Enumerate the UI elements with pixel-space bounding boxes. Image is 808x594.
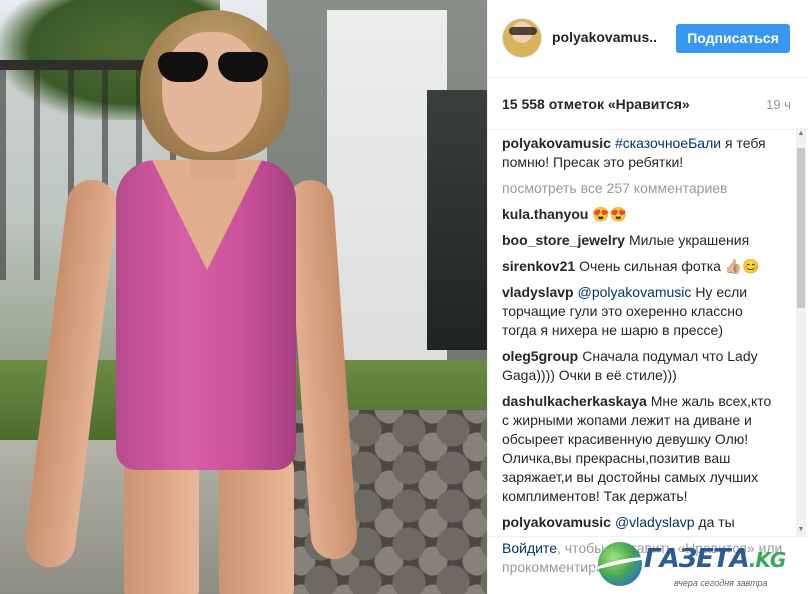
scrollbar-thumb[interactable] <box>797 148 805 308</box>
globe-logo-icon <box>591 542 649 586</box>
comment-mention[interactable]: @polyakovamusic <box>578 284 692 300</box>
comment: boo_store_jewelry Милые украшения <box>502 231 781 250</box>
comment-mention[interactable]: @vladyslavp <box>615 514 695 530</box>
scroll-down-arrow-icon[interactable]: ▼ <box>796 524 806 536</box>
username-link[interactable]: polyakovamus.. <box>552 29 657 45</box>
follow-button[interactable]: Подписаться <box>676 24 790 53</box>
comment-username[interactable]: dashulkacherkaskaya <box>502 393 647 409</box>
comment-username[interactable]: kula.thanyou <box>502 206 588 222</box>
avatar[interactable] <box>502 18 542 58</box>
comments-scrollbar[interactable]: ▲ ▼ <box>796 128 806 536</box>
comment-username[interactable]: boo_store_jewelry <box>502 232 625 248</box>
comment-username[interactable]: vladyslavp <box>502 284 574 300</box>
comment-hashtag[interactable]: #сказочноеБали <box>615 135 721 151</box>
post-time[interactable]: 19 ч <box>766 97 791 112</box>
comment: sirenkov21 Очень сильная фотка 👍🏼😊 <box>502 257 781 276</box>
comment-text: 😍😍 <box>592 206 628 222</box>
photo-house-window <box>427 90 487 350</box>
comment-text: Мне жаль всех,кто с жирными жопами лежит… <box>502 393 772 504</box>
comment-text: Очень сильная фотка 👍🏼😊 <box>579 258 760 274</box>
watermark-tagline: вчера сегодня завтра <box>674 578 768 588</box>
comment-username[interactable]: sirenkov21 <box>502 258 575 274</box>
site-watermark: ГАЗЕТА.KG вчера сегодня завтра <box>591 540 808 594</box>
comment-username[interactable]: polyakovamusic <box>502 135 611 151</box>
post-photo[interactable] <box>0 0 487 594</box>
post-header: polyakovamus.. Подписаться <box>488 0 808 78</box>
person-face <box>162 32 262 152</box>
watermark-logo: ГАЗЕТА.KG <box>644 544 786 574</box>
scroll-up-arrow-icon[interactable]: ▲ <box>796 128 806 140</box>
comment-username[interactable]: polyakovamusic <box>502 514 611 530</box>
sunglasses <box>158 52 268 82</box>
caption: polyakovamusic #сказочноеБали я тебя помн… <box>502 134 781 172</box>
comment: vladyslavp @polyakovamusic Ну если торчащ… <box>502 283 781 340</box>
comment: kula.thanyou 😍😍 <box>502 205 781 224</box>
comment-username[interactable]: oleg5group <box>502 348 578 364</box>
comment: dashulkacherkaskaya Мне жаль всех,кто с ж… <box>502 392 781 506</box>
post-side-panel: polyakovamus.. Подписаться 15 558 отмето… <box>487 0 808 594</box>
comment-text: да ты <box>698 514 735 530</box>
likes-count[interactable]: 15 558 отметок «Нравится» <box>502 96 690 112</box>
comment: polyakovamusic @vladyslavp да ты <box>502 513 781 532</box>
comments-list[interactable]: polyakovamusic #сказочноеБали я тебя помн… <box>488 130 795 540</box>
comment: oleg5group Сначала подумал что Lady Gaga)… <box>502 347 781 385</box>
photo-person <box>22 10 359 594</box>
view-all-comments-link[interactable]: посмотреть все 257 комментариев <box>502 179 781 198</box>
login-link[interactable]: Войдите <box>502 540 557 556</box>
comment-text: Милые украшения <box>628 232 750 248</box>
likes-row: 15 558 отметок «Нравится» 19 ч <box>488 78 808 130</box>
